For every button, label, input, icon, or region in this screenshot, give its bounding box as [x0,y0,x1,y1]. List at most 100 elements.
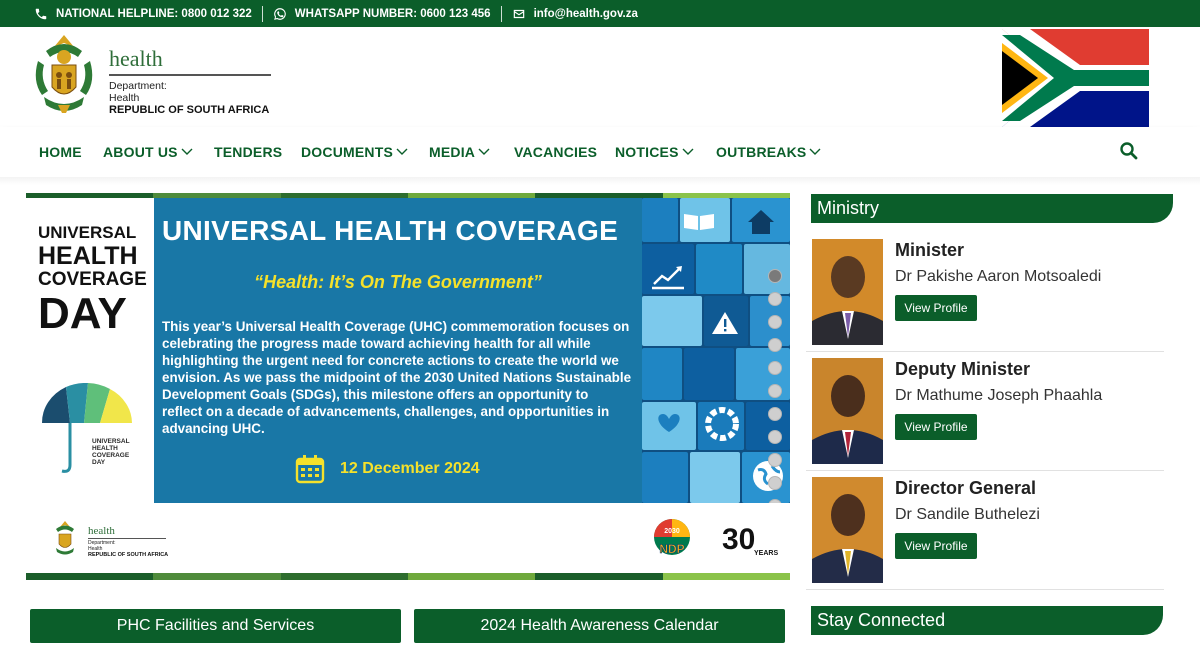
health-calendar-button[interactable]: 2024 Health Awareness Calendar [414,609,785,643]
30-years-freedom-logo: 30 YEARS [722,523,778,557]
nav-media-label: MEDIA [429,144,476,160]
deputy-minister-role: Deputy Minister [895,359,1031,379]
nav-home-label: HOME [39,144,82,160]
whatsapp-text: WHATSAPP NUMBER: 0600 123 456 [294,7,491,20]
banner-body: This year’s Universal Health Coverage (U… [162,319,632,436]
deputy-minister-name: Dr Mathume Joseph Phaahla [895,387,1103,404]
director-general-name: Dr Sandile Buthelezi [895,506,1040,523]
south-africa-flag [1002,29,1149,127]
slider-dot[interactable] [768,361,782,375]
whatsapp-item[interactable]: WHATSAPP NUMBER: 0600 123 456 [263,5,501,22]
stay-connected-heading: Stay Connected [811,606,1163,635]
slider-dot[interactable] [768,384,782,398]
uhc-day-line2: HEALTH [38,242,138,270]
slider-dot[interactable] [768,269,782,283]
ministry-heading: Ministry [811,194,1173,223]
nav-about-label: ABOUT US [103,144,178,160]
nav-home[interactable]: HOME [39,144,82,160]
helpline-item[interactable]: NATIONAL HELPLINE: 0800 012 322 [34,5,262,22]
house-icon [748,210,774,234]
dept-line2: Health [109,92,140,104]
deputy-minister-view-profile-button[interactable]: View Profile [895,414,977,440]
helpline-text: NATIONAL HELPLINE: 0800 012 322 [56,7,252,20]
footer-dept-l3: REPUBLIC OF SOUTH AFRICA [88,552,169,558]
nav-documents[interactable]: DOCUMENTS [301,144,408,160]
director-general-view-profile-button[interactable]: View Profile [895,533,977,559]
footer-dept-title: health [88,525,115,537]
ndp-label: NDP [659,542,684,556]
uhc-day-title: UNIVERSAL HEALTH COVERAGE DAY [38,223,147,337]
main-navigation: HOME ABOUT US TENDERS DOCUMENTS MEDIA VA… [0,127,1200,177]
minister-view-profile-button[interactable]: View Profile [895,295,977,321]
phc-facilities-button[interactable]: PHC Facilities and Services [30,609,401,643]
director-general-photo [812,477,883,583]
slider-dot[interactable] [768,407,782,421]
slider-dot[interactable] [768,292,782,306]
banner-footer-logos: health Department: Health REPUBLIC OF SO… [26,503,790,573]
banner-date-text: 12 December 2024 [340,460,480,477]
nav-notices[interactable]: NOTICES [615,144,694,160]
umbrella-caption-3: COVERAGE [92,452,130,459]
nav-vacancies-label: VACANCIES [514,144,598,160]
minister-photo [812,239,883,345]
calendar-icon [295,455,325,484]
banner-title: UNIVERSAL HEALTH COVERAGE [162,215,619,246]
email-text: info@health.gov.za [533,7,638,20]
nav-notices-label: NOTICES [615,144,679,160]
umbrella-caption: UNIVERSAL HEALTH COVERAGE DAY [92,438,130,466]
slider-dot[interactable] [768,315,782,329]
umbrella-logo [41,383,132,473]
top-contact-bar: NATIONAL HELPLINE: 0800 012 322 WHATSAPP… [0,0,1200,27]
umbrella-caption-4: DAY [92,459,106,466]
minister-name: Dr Pakishe Aaron Motsoaledi [895,268,1102,285]
banner-date: 12 December 2024 [294,453,480,485]
uhc-day-line3: COVERAGE [38,269,147,290]
chevron-down-icon [396,148,408,155]
hands-heart-icon [658,414,680,432]
whatsapp-icon [273,7,286,20]
chevron-down-icon [809,148,821,155]
dept-line1: Department: [109,80,167,92]
chevron-down-icon [478,148,490,155]
banner-content-panel: UNIVERSAL HEALTH COVERAGE “Health: It’s … [154,198,642,503]
slider-dot[interactable] [768,338,782,352]
director-general-role: Director General [895,478,1037,498]
nav-outbreaks-label: OUTBREAKS [716,144,807,160]
footer-dept-rule [88,538,166,539]
slider-dot[interactable] [768,476,782,490]
person-card-minister: Minister Dr Pakishe Aaron Motsoaledi Vie… [806,234,1164,352]
email-item[interactable]: info@health.gov.za [502,5,648,22]
book-icon [684,214,714,230]
ndp-2030-logo: 2030 NDP [654,519,690,556]
nav-media[interactable]: MEDIA [429,144,490,160]
dept-rule [109,74,271,76]
dept-line3: REPUBLIC OF SOUTH AFRICA [109,104,270,116]
nav-about-us[interactable]: ABOUT US [103,144,193,160]
coat-of-arms-small-logo [56,521,74,555]
site-header: health Department: Health REPUBLIC OF SO… [0,27,1200,127]
deputy-minister-photo [812,358,883,464]
slider-dot[interactable] [768,453,782,467]
nav-outbreaks[interactable]: OUTBREAKS [716,144,821,160]
circle-segments-icon [705,407,739,441]
mail-icon [513,9,524,18]
nav-vacancies[interactable]: VACANCIES [514,144,597,160]
years-label: YEARS [754,550,778,557]
minister-role: Minister [895,240,965,260]
divider [500,5,502,22]
hero-slider[interactable]: UNIVERSAL HEALTH COVERAGE DAY UNIVERSAL … [26,193,790,580]
warning-icon [712,312,738,334]
dept-title: health [109,46,163,71]
chart-up-icon [652,266,684,290]
person-card-deputy-minister: Deputy Minister Dr Mathume Joseph Phaahl… [806,353,1164,471]
nav-tenders[interactable]: TENDERS [214,144,282,160]
uhc-day-line1: UNIVERSAL [38,223,137,242]
umbrella-caption-1: UNIVERSAL [92,438,130,445]
coat-of-arms-logo[interactable] [28,31,100,119]
slider-dot[interactable] [768,430,782,444]
search-icon[interactable] [1119,141,1139,161]
banner-footer-dept: health Department: Health REPUBLIC OF SO… [88,525,168,558]
phone-icon [35,8,47,19]
department-logo-text: health Department: Health REPUBLIC OF SO… [109,47,271,117]
ndp-year: 2030 [664,528,680,535]
